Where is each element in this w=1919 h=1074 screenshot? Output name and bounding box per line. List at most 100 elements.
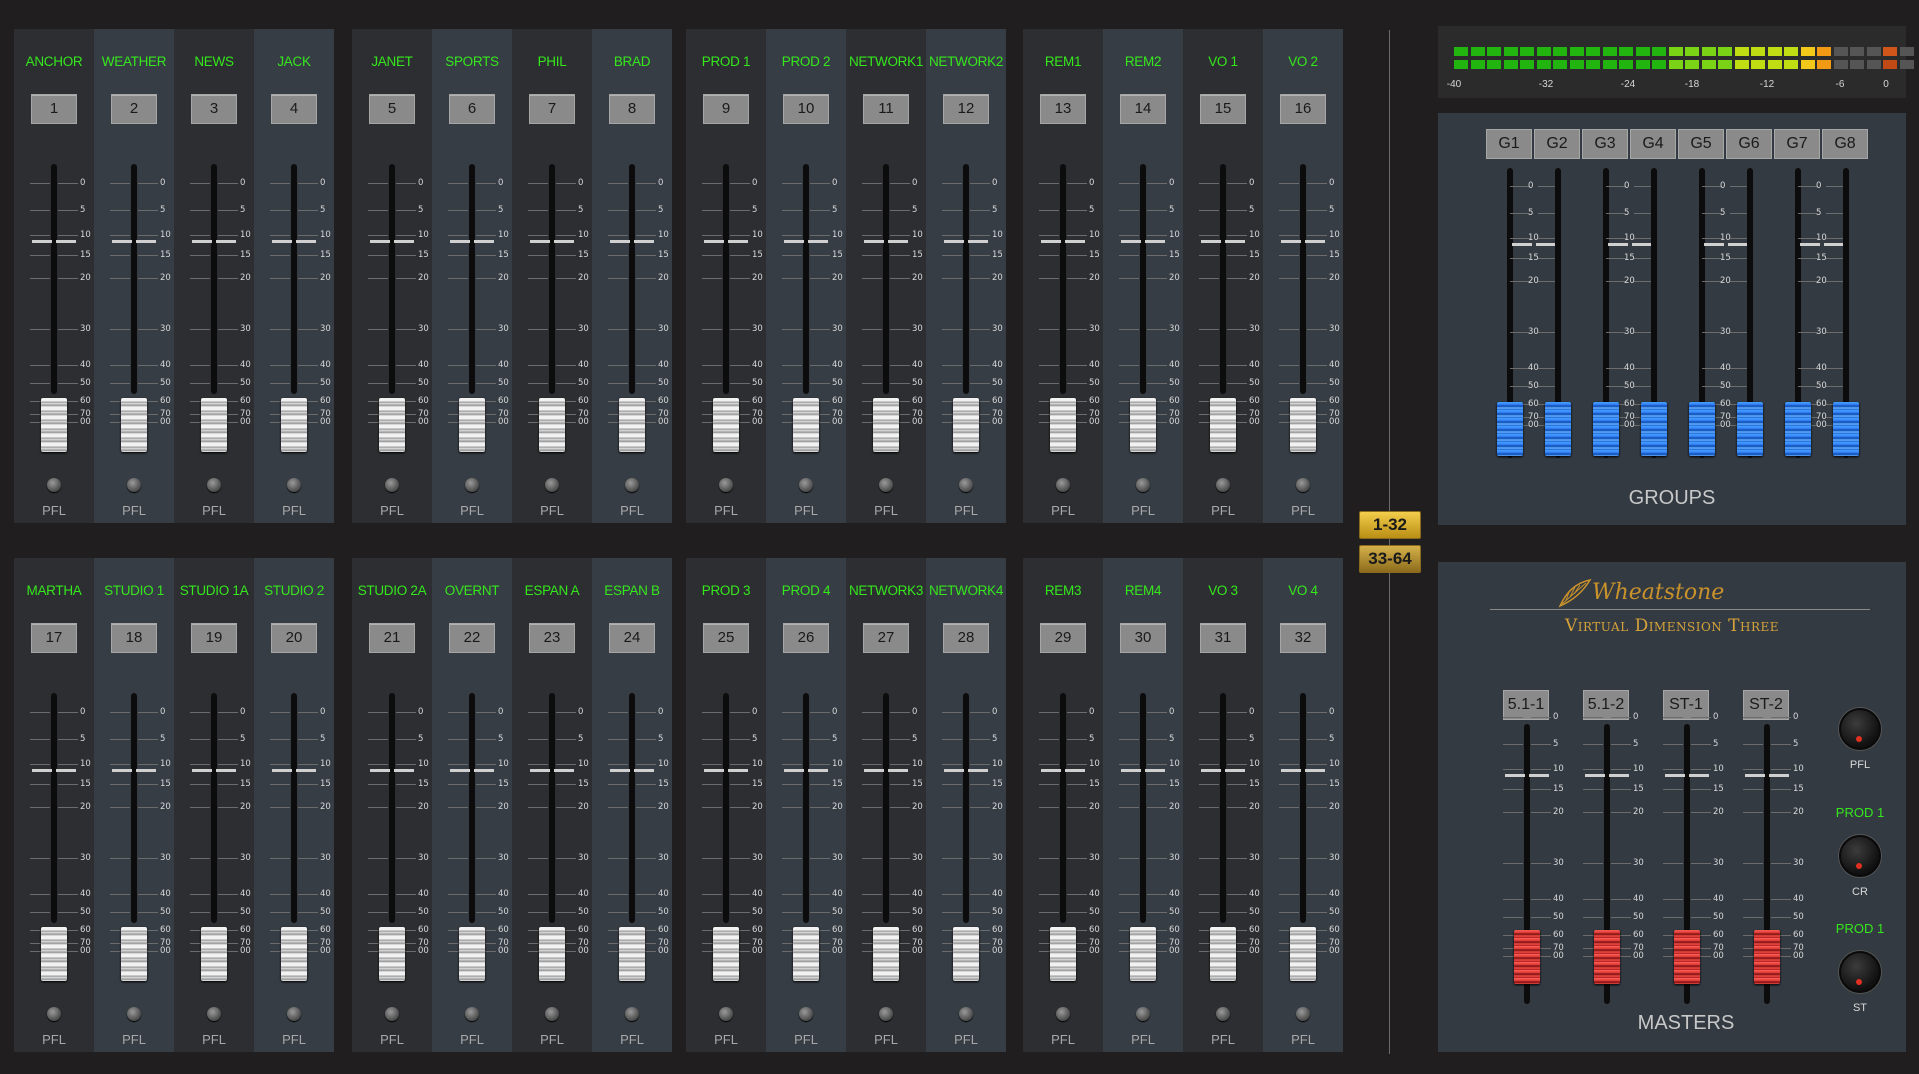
channel-select-button[interactable]: 14 <box>1120 94 1166 124</box>
channel-fader-cap[interactable] <box>1050 927 1076 981</box>
channel-select-button[interactable]: 18 <box>111 623 157 653</box>
pfl-button[interactable] <box>545 1007 559 1021</box>
pfl-button[interactable] <box>287 478 301 492</box>
fader-track[interactable] <box>1060 693 1066 923</box>
channel-fader-cap[interactable] <box>201 398 227 452</box>
bank-1-32-button[interactable]: 1-32 <box>1359 511 1421 539</box>
channel-fader-cap[interactable] <box>1290 927 1316 981</box>
channel-fader-cap[interactable] <box>953 398 979 452</box>
fader-track[interactable] <box>1140 164 1146 394</box>
pfl-button[interactable] <box>465 478 479 492</box>
channel-select-button[interactable]: 16 <box>1280 94 1326 124</box>
pfl-button[interactable] <box>625 1007 639 1021</box>
fader-track[interactable] <box>1300 164 1306 394</box>
fader-track[interactable] <box>1140 693 1146 923</box>
pfl-button[interactable] <box>719 1007 733 1021</box>
channel-select-button[interactable]: 26 <box>783 623 829 653</box>
channel-fader-cap[interactable] <box>121 927 147 981</box>
fader-track[interactable] <box>1220 164 1226 394</box>
channel-fader-cap[interactable] <box>619 927 645 981</box>
fader-track[interactable] <box>469 164 475 394</box>
fader-track[interactable] <box>131 164 137 394</box>
channel-select-button[interactable]: 13 <box>1040 94 1086 124</box>
pfl-button[interactable] <box>287 1007 301 1021</box>
fader-track[interactable] <box>51 693 57 923</box>
pfl-button[interactable] <box>1296 478 1310 492</box>
channel-fader-cap[interactable] <box>713 398 739 452</box>
channel-fader-cap[interactable] <box>459 398 485 452</box>
fader-track[interactable] <box>469 693 475 923</box>
fader-track[interactable] <box>549 693 555 923</box>
channel-select-button[interactable]: 31 <box>1200 623 1246 653</box>
fader-track[interactable] <box>549 164 555 394</box>
fader-track[interactable] <box>629 164 635 394</box>
channel-fader-cap[interactable] <box>1210 398 1236 452</box>
fader-track[interactable] <box>963 693 969 923</box>
channel-select-button[interactable]: 3 <box>191 94 237 124</box>
pfl-button[interactable] <box>959 1007 973 1021</box>
channel-select-button[interactable]: 29 <box>1040 623 1086 653</box>
fader-track[interactable] <box>1220 693 1226 923</box>
fader-track[interactable] <box>131 693 137 923</box>
pfl-button[interactable] <box>385 478 399 492</box>
channel-fader-cap[interactable] <box>793 927 819 981</box>
fader-track[interactable] <box>963 164 969 394</box>
pfl-button[interactable] <box>799 1007 813 1021</box>
channel-fader-cap[interactable] <box>539 398 565 452</box>
fader-track[interactable] <box>723 164 729 394</box>
pfl-button[interactable] <box>207 1007 221 1021</box>
pfl-button[interactable] <box>799 478 813 492</box>
pfl-button[interactable] <box>1216 478 1230 492</box>
channel-fader-cap[interactable] <box>121 398 147 452</box>
pfl-button[interactable] <box>47 478 61 492</box>
channel-select-button[interactable]: 8 <box>609 94 655 124</box>
pfl-button[interactable] <box>879 1007 893 1021</box>
channel-fader-cap[interactable] <box>459 927 485 981</box>
channel-fader-cap[interactable] <box>379 927 405 981</box>
pfl-button[interactable] <box>1136 1007 1150 1021</box>
fader-track[interactable] <box>211 164 217 394</box>
bank-33-64-button[interactable]: 33-64 <box>1359 545 1421 573</box>
channel-select-button[interactable]: 17 <box>31 623 77 653</box>
pfl-button[interactable] <box>207 478 221 492</box>
pfl-button[interactable] <box>879 478 893 492</box>
channel-fader-cap[interactable] <box>41 927 67 981</box>
channel-fader-cap[interactable] <box>41 398 67 452</box>
channel-select-button[interactable]: 4 <box>271 94 317 124</box>
channel-fader-cap[interactable] <box>1130 927 1156 981</box>
fader-track[interactable] <box>883 693 889 923</box>
fader-track[interactable] <box>389 693 395 923</box>
channel-select-button[interactable]: 23 <box>529 623 575 653</box>
channel-fader-cap[interactable] <box>1130 398 1156 452</box>
fader-track[interactable] <box>1300 693 1306 923</box>
channel-select-button[interactable]: 11 <box>863 94 909 124</box>
group-fader-cap[interactable] <box>1833 402 1859 456</box>
fader-track[interactable] <box>883 164 889 394</box>
fader-track[interactable] <box>803 693 809 923</box>
channel-select-button[interactable]: 5 <box>369 94 415 124</box>
level-knob[interactable] <box>1839 951 1881 993</box>
pfl-button[interactable] <box>1136 478 1150 492</box>
channel-select-button[interactable]: 22 <box>449 623 495 653</box>
fader-track[interactable] <box>291 164 297 394</box>
channel-fader-cap[interactable] <box>379 398 405 452</box>
pfl-button[interactable] <box>47 1007 61 1021</box>
channel-fader-cap[interactable] <box>873 927 899 981</box>
channel-select-button[interactable]: 1 <box>31 94 77 124</box>
pfl-button[interactable] <box>465 1007 479 1021</box>
channel-fader-cap[interactable] <box>873 398 899 452</box>
channel-select-button[interactable]: 30 <box>1120 623 1166 653</box>
channel-select-button[interactable]: 12 <box>943 94 989 124</box>
fader-track[interactable] <box>389 164 395 394</box>
fader-track[interactable] <box>211 693 217 923</box>
pfl-button[interactable] <box>1056 478 1070 492</box>
pfl-button[interactable] <box>1056 1007 1070 1021</box>
channel-select-button[interactable]: 9 <box>703 94 749 124</box>
channel-fader-cap[interactable] <box>713 927 739 981</box>
channel-fader-cap[interactable] <box>281 927 307 981</box>
fader-track[interactable] <box>51 164 57 394</box>
pfl-button[interactable] <box>1296 1007 1310 1021</box>
channel-fader-cap[interactable] <box>201 927 227 981</box>
master-fader-cap[interactable] <box>1754 930 1780 984</box>
channel-select-button[interactable]: 25 <box>703 623 749 653</box>
